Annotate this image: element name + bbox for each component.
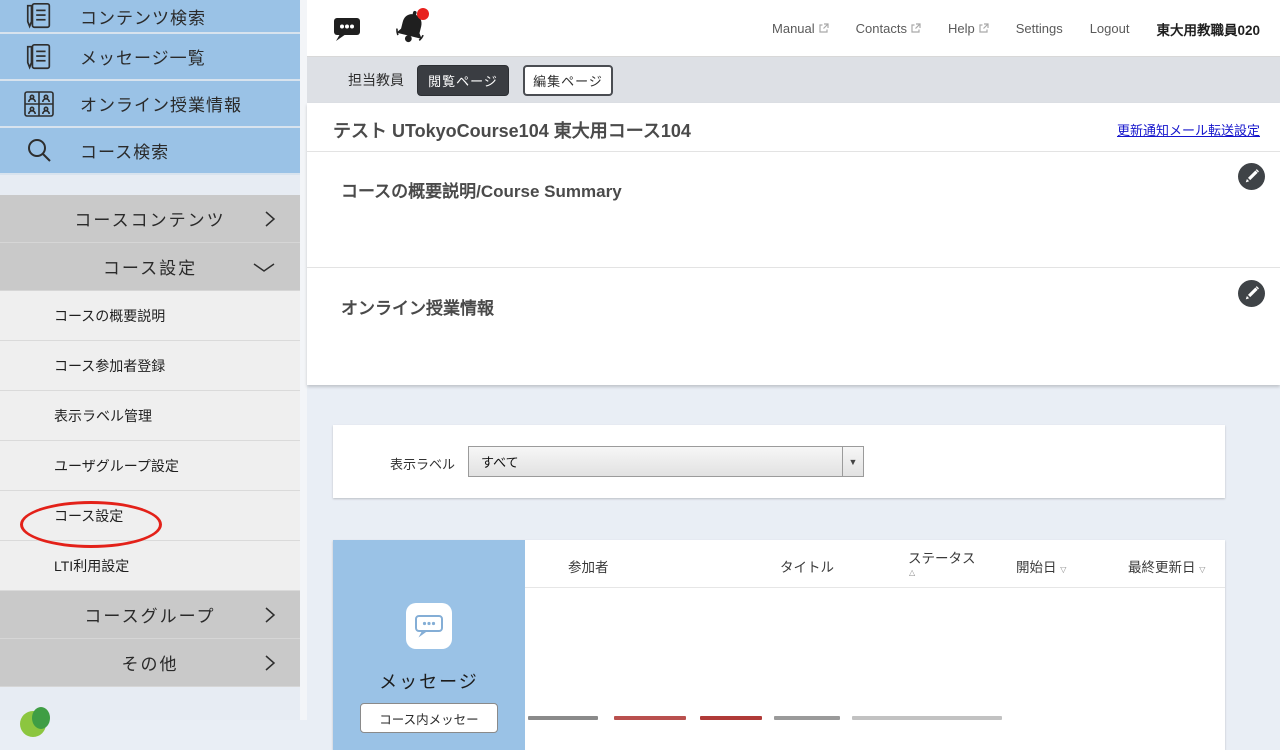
speech-bubble-icon <box>406 603 452 649</box>
column-status[interactable]: ステータス <box>908 547 976 567</box>
sidebar-item-course-settings[interactable]: コース設定 <box>0 491 300 541</box>
column-last-updated[interactable]: 最終更新日 ▽ <box>1128 556 1205 576</box>
sidebar-group-course-contents[interactable]: コースコンテンツ <box>0 195 300 243</box>
sidebar-item-participant-registration[interactable]: コース参加者登録 <box>0 341 300 391</box>
sidebar-item-label: メッセージ一覧 <box>80 44 206 69</box>
clipped-text-row <box>528 716 1028 720</box>
role-tab-bar: 担当教員 閲覧ページ 編集ページ <box>307 57 1280 103</box>
external-link-icon <box>818 23 829 34</box>
sidebar-item-content-search[interactable]: コンテンツ検索 <box>0 0 300 34</box>
edit-online-class-pencil-button[interactable] <box>1238 280 1265 307</box>
chevron-down-icon <box>252 261 276 273</box>
table-header: 参加者 タイトル ステータス △ 開始日 ▽ 最終更新日 ▽ <box>525 540 1225 588</box>
course-content-card: テスト UTokyoCourse104 東大用コース104 更新通知メール転送設… <box>307 103 1280 385</box>
sub-item-label: ユーザグループ設定 <box>54 456 179 476</box>
sub-item-label: コース参加者登録 <box>54 356 165 376</box>
sidebar-item-label: コース検索 <box>80 138 169 163</box>
selected-option: すべて <box>469 452 842 471</box>
sidebar-gap <box>0 175 300 195</box>
column-start-date[interactable]: 開始日 ▽ <box>1016 556 1066 576</box>
message-list-icon <box>22 42 56 72</box>
sub-item-label: コースの概要説明 <box>54 306 165 326</box>
external-link-icon <box>910 23 921 34</box>
sidebar-main-divider <box>300 0 307 720</box>
sidebar-item-lti-settings[interactable]: LTI利用設定 <box>0 541 300 591</box>
sidebar-item-label: コンテンツ検索 <box>80 4 206 29</box>
chevron-right-icon <box>264 606 276 624</box>
message-panel-title: メッセージ <box>333 668 525 694</box>
column-title[interactable]: タイトル <box>780 556 834 576</box>
sidebar-item-display-label-management[interactable]: 表示ラベル管理 <box>0 391 300 441</box>
message-category-panel: メッセージ コース内メッセー <box>333 540 525 750</box>
online-class-icon <box>22 90 56 118</box>
link-label: Logout <box>1090 21 1130 36</box>
message-table-card: メッセージ コース内メッセー 参加者 タイトル ステータス △ 開始日 ▽ 最終… <box>333 540 1225 750</box>
sidebar-item-user-group-settings[interactable]: ユーザグループ設定 <box>0 441 300 491</box>
column-participants[interactable]: 参加者 <box>568 556 609 576</box>
notification-dot <box>417 8 429 20</box>
tab-edit-page[interactable]: 編集ページ <box>523 65 613 96</box>
settings-link[interactable]: Settings <box>1016 21 1063 36</box>
section-title-course-summary: コースの概要説明/Course Summary <box>341 177 622 202</box>
chevron-right-icon <box>264 654 276 672</box>
sub-item-label: コース設定 <box>54 506 123 526</box>
sidebar-item-label: オンライン授業情報 <box>80 91 242 116</box>
logo-circle <box>32 707 50 729</box>
table-body <box>525 588 1225 750</box>
logo-partial <box>20 707 60 737</box>
sort-desc-icon: ▽ <box>1060 565 1066 574</box>
sub-item-label: LTI利用設定 <box>54 556 129 576</box>
header-links: Manual Contacts Help Settings Logout 東大用… <box>772 0 1260 57</box>
link-label: Help <box>948 21 975 36</box>
link-label: Manual <box>772 21 815 36</box>
divider <box>307 151 1280 152</box>
sidebar-item-message-list[interactable]: メッセージ一覧 <box>0 34 300 81</box>
contacts-link[interactable]: Contacts <box>856 21 921 36</box>
display-label-select[interactable]: すべて ▼ <box>468 446 864 477</box>
update-mail-forward-link[interactable]: 更新通知メール転送設定 <box>1117 120 1260 139</box>
group-label: コース設定 <box>103 254 197 279</box>
link-label: Contacts <box>856 21 907 36</box>
display-label-filter-card: 表示ラベル すべて ▼ <box>333 425 1225 498</box>
group-label: その他 <box>122 650 179 675</box>
column-label: 最終更新日 <box>1128 560 1196 575</box>
username: 東大用教職員020 <box>1156 19 1260 39</box>
course-title: テスト UTokyoCourse104 東大用コース104 <box>333 117 691 143</box>
content-search-icon <box>22 1 56 31</box>
notifications-bell-icon[interactable] <box>393 6 433 55</box>
sidebar-group-others[interactable]: その他 <box>0 639 300 687</box>
course-message-button[interactable]: コース内メッセー <box>360 703 498 733</box>
sidebar-group-course-settings[interactable]: コース設定 <box>0 243 300 291</box>
sidebar-item-online-class-info[interactable]: オンライン授業情報 <box>0 81 300 128</box>
manual-link[interactable]: Manual <box>772 21 829 36</box>
group-label: コースコンテンツ <box>74 206 225 231</box>
sort-desc-icon: ▽ <box>1199 565 1205 574</box>
select-arrow-icon: ▼ <box>842 447 863 476</box>
sidebar-group-course-group[interactable]: コースグループ <box>0 591 300 639</box>
role-label: 担当教員 <box>348 70 404 90</box>
help-link[interactable]: Help <box>948 21 989 36</box>
sort-asc-icon[interactable]: △ <box>909 568 915 577</box>
section-title-online-class: オンライン授業情報 <box>341 294 494 319</box>
sidebar: コンテンツ検索 メッセージ一覧 オンライン授業情報 <box>0 0 300 720</box>
top-header: Manual Contacts Help Settings Logout 東大用… <box>307 0 1280 57</box>
chevron-right-icon <box>264 210 276 228</box>
logout-link[interactable]: Logout <box>1090 21 1130 36</box>
sidebar-item-course-search[interactable]: コース検索 <box>0 128 300 175</box>
group-label: コースグループ <box>84 602 215 627</box>
link-label: Settings <box>1016 21 1063 36</box>
sub-item-label: 表示ラベル管理 <box>54 406 152 426</box>
edit-summary-pencil-button[interactable] <box>1238 163 1265 190</box>
messages-icon[interactable] <box>333 17 361 47</box>
column-label: 開始日 <box>1016 560 1057 575</box>
external-link-icon <box>978 23 989 34</box>
course-search-icon <box>22 136 56 166</box>
tab-view-page[interactable]: 閲覧ページ <box>417 65 509 96</box>
sidebar-item-course-summary[interactable]: コースの概要説明 <box>0 291 300 341</box>
display-label-label: 表示ラベル <box>390 454 455 473</box>
divider <box>307 267 1280 268</box>
